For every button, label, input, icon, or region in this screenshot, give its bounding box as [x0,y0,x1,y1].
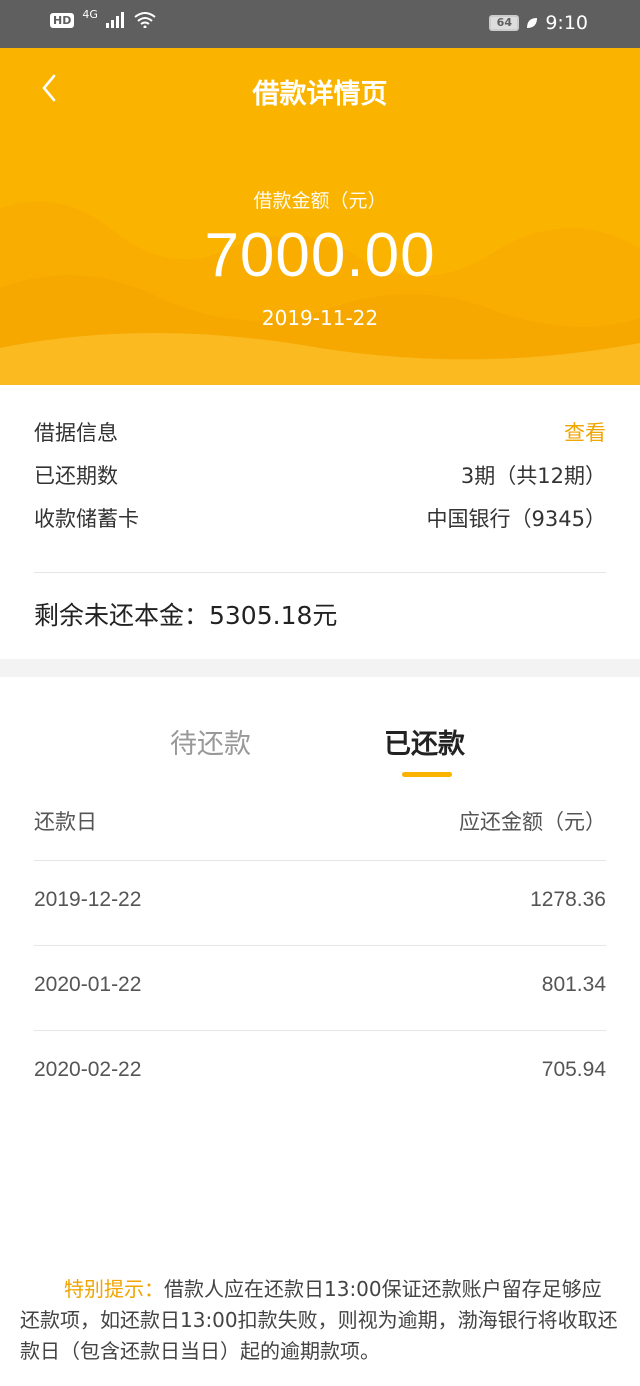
row-date: 2019-12-22 [34,888,142,911]
status-right: 64 9:10 [489,12,588,34]
info-row-receipt: 借据信息 查看 [34,410,606,453]
table-header: 还款日 应还金额（元） [34,806,606,836]
active-tab-indicator [402,772,452,777]
repayment-tabs: 待还款 已还款 [0,722,640,782]
table-row: 2020-01-22 801.34 [34,973,606,997]
header-amount: 应还金额（元） [459,810,606,834]
status-bar: HD 4G 64 9:10 [0,0,640,48]
remaining-principal: 剩余未还本金：5305.18元 [34,601,338,630]
card-value: 中国银行（9345） [426,506,606,531]
row-date: 2020-01-22 [34,973,142,996]
loan-header: 借款详情页 借款金额（元） 7000.00 2019-11-22 [0,48,640,385]
info-divider [34,572,606,573]
signal-icon [105,12,124,28]
table-divider [34,860,606,861]
wifi-icon [134,12,156,28]
status-left: HD 4G [50,8,156,28]
periods-value: 3期（共12期） [460,463,606,488]
receipt-label: 借据信息 [34,420,118,445]
row-amount: 801.34 [541,973,606,996]
clock: 9:10 [545,12,588,34]
network-type: 4G [82,7,98,21]
header-date: 还款日 [34,810,97,834]
loan-date: 2019-11-22 [261,306,379,330]
loan-amount-label: 借款金额（元） [253,190,387,212]
special-notice: 特别提示：借款人应在还款日13:00保证还款账户留存足够应还款项，如还款日13:… [20,1274,620,1367]
tab-pending[interactable]: 待还款 [170,722,251,761]
notice-label: 特别提示： [64,1277,164,1301]
page-title: 借款详情页 [252,79,388,110]
info-row-card: 收款储蓄卡 中国银行（9345） [34,496,606,539]
hd-icon: HD [50,12,75,28]
table-row: 2020-02-22 705.94 [34,1058,606,1082]
section-separator [0,659,640,677]
row-date: 2020-02-22 [34,1058,142,1081]
periods-label: 已还期数 [34,463,118,488]
table-divider [34,1030,606,1031]
info-row-periods: 已还期数 3期（共12期） [34,453,606,496]
view-receipt-link[interactable]: 查看 [564,417,606,447]
row-amount: 705.94 [541,1058,606,1081]
tab-paid[interactable]: 已还款 [384,722,465,761]
leaf-icon [527,18,538,28]
loan-info: 借据信息 查看 已还期数 3期（共12期） 收款储蓄卡 中国银行（9345） [34,410,606,539]
table-row: 2019-12-22 1278.36 [34,888,606,912]
table-divider [34,945,606,946]
loan-amount: 7000.00 [204,221,436,290]
battery-icon: 64 [489,15,520,31]
row-amount: 1278.36 [530,888,606,911]
card-label: 收款储蓄卡 [34,506,139,531]
